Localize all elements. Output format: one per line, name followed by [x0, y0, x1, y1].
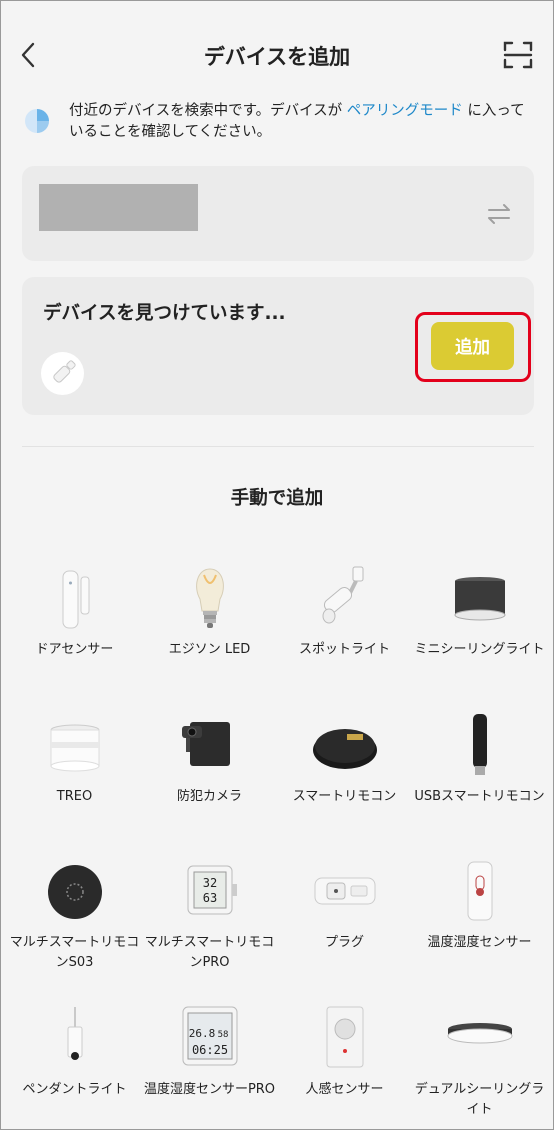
search-notice: 付近のデバイスを検索中です。デバイスが ペアリングモード に入っていることを確認…	[23, 101, 533, 145]
device-label: ドアセンサー	[35, 642, 114, 657]
device-label: マルチスマートリモコンPRO	[144, 935, 275, 970]
swap-icon[interactable]	[486, 203, 512, 225]
smart-remote-icon	[313, 729, 377, 769]
device-item-multi-remote-pro[interactable]: 32 63 マルチスマートリモコンPRO	[142, 854, 277, 994]
edison-bulb-icon	[196, 568, 224, 628]
device-item-pendant-light[interactable]: ペンダントライト	[7, 1001, 142, 1130]
multi-remote-pro-icon: 32 63	[187, 865, 237, 915]
device-label: マルチスマートリモコンS03	[9, 935, 140, 970]
mini-ceiling-light-icon	[454, 577, 506, 621]
device-screen-top: 32	[203, 876, 217, 890]
device-item-multi-remote-s03[interactable]: マルチスマートリモコンS03	[7, 854, 142, 994]
wifi-card	[22, 166, 534, 261]
manual-add-title: 手動で追加	[230, 488, 324, 509]
usb-remote-icon	[473, 714, 487, 775]
searching-spinner-icon	[25, 109, 49, 133]
device-item-edison-led[interactable]: エジソン LED	[142, 561, 277, 701]
device-screen-time: 06:25	[192, 1043, 228, 1057]
spotlight-icon	[322, 566, 364, 624]
notice-text-before: 付近のデバイスを検索中です。デバイスが	[69, 103, 347, 119]
page-title: デバイスを追加	[203, 45, 351, 69]
divider	[22, 446, 534, 447]
scan-button[interactable]	[503, 41, 533, 69]
device-label: プラグ	[324, 935, 364, 950]
header: デバイスを追加	[1, 1, 553, 109]
multi-remote-s03-icon	[48, 865, 102, 919]
device-item-mini-ceiling-light[interactable]: ミニシーリングライト	[412, 561, 547, 701]
device-label: USBスマートリモコン	[414, 789, 545, 804]
device-label: TREO	[56, 789, 93, 804]
device-label: 温度湿度センサーPRO	[143, 1082, 276, 1097]
add-button[interactable]: 追加	[431, 322, 514, 370]
device-label: エジソン LED	[168, 642, 251, 657]
device-item-motion-sensor[interactable]: 人感センサー	[277, 1001, 412, 1130]
notice-text: 付近のデバイスを検索中です。デバイスが ペアリングモード に入っていることを確認…	[69, 101, 539, 143]
device-screen-bottom: 63	[203, 891, 217, 905]
door-sensor-icon	[53, 360, 76, 383]
device-label: ペンダントライト	[22, 1082, 127, 1097]
device-screen-temp: 26.8	[189, 1027, 216, 1040]
device-screen-humidity: 58	[218, 1030, 229, 1040]
found-devices-card: デバイスを見つけています... 追加	[22, 277, 534, 415]
motion-sensor-icon	[326, 1006, 364, 1068]
device-label: デュアルシーリングライト	[414, 1082, 545, 1117]
device-item-door-sensor[interactable]: ドアセンサー	[7, 561, 142, 701]
device-item-treo[interactable]: TREO	[7, 708, 142, 848]
device-item-plug[interactable]: プラグ	[277, 854, 412, 994]
wifi-name-redacted	[39, 184, 198, 231]
temp-humidity-sensor-icon	[467, 861, 493, 921]
device-label: ミニシーリングライト	[414, 642, 545, 657]
temp-humidity-sensor-pro-icon: 26.8 58 06:25	[182, 1006, 238, 1066]
device-label: スマートリモコン	[292, 789, 397, 804]
device-item-smart-remote[interactable]: スマートリモコン	[277, 708, 412, 848]
found-title: デバイスを見つけています...	[43, 303, 286, 324]
pendant-light-icon	[67, 1007, 83, 1060]
device-item-dual-ceiling-light[interactable]: デュアルシーリングライト	[412, 1001, 547, 1130]
device-item-usb-remote[interactable]: USBスマートリモコン	[412, 708, 547, 848]
device-item-temp-humidity-sensor[interactable]: 温度湿度センサー	[412, 854, 547, 994]
pairing-mode-link[interactable]: ペアリングモード	[347, 103, 463, 119]
device-label: 人感センサー	[305, 1082, 384, 1097]
device-item-temp-humidity-sensor-pro[interactable]: 26.8 58 06:25 温度湿度センサーPRO	[142, 1001, 277, 1130]
found-device-avatar[interactable]	[41, 352, 84, 395]
device-label: 温度湿度センサー	[427, 935, 532, 950]
qr-scan-icon	[503, 41, 533, 69]
dual-ceiling-light-icon	[447, 1023, 513, 1044]
device-label: 防犯カメラ	[176, 789, 242, 804]
device-label: スポットライト	[298, 642, 390, 657]
door-sensor-icon	[62, 570, 90, 629]
security-camera-icon	[182, 722, 230, 766]
smart-plug-icon	[314, 877, 376, 905]
device-item-security-camera[interactable]: 防犯カメラ	[142, 708, 277, 848]
device-item-spotlight[interactable]: スポットライト	[277, 561, 412, 701]
treo-light-icon	[50, 724, 100, 772]
